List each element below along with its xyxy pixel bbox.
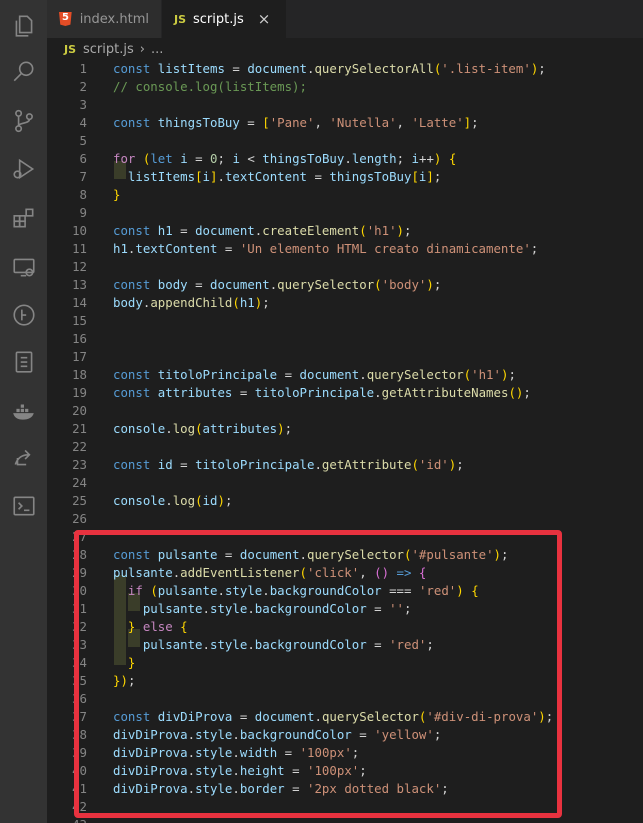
line-number: 15 [72,313,87,328]
line-number: 27 [72,529,87,544]
line-number: 6 [79,151,87,166]
run-debug-icon[interactable] [0,149,47,189]
line-number: 3 [79,97,87,112]
line-number: 19 [72,385,87,400]
code-text[interactable]: const listItems = document.querySelector… [113,60,546,78]
code-text[interactable]: } else { [113,618,188,636]
code-text[interactable]: divDiProva.style.backgroundColor = 'yell… [113,726,441,744]
line-number: 12 [72,259,87,274]
line-number: 33 [72,637,87,652]
code-text[interactable]: pulsante.addEventListener('click', () =>… [113,564,426,582]
source-control-icon[interactable] [0,101,47,141]
breadcrumb-file[interactable]: script.js [83,42,134,57]
code-text[interactable]: const attributes = titoloPrincipale.getA… [113,384,531,402]
tab-script-js[interactable]: JS script.js × [162,0,287,38]
line-number: 4 [79,115,87,130]
line-number: 1 [79,61,87,76]
explorer-icon[interactable] [0,6,47,46]
line-number: 34 [72,655,87,670]
line-number: 26 [72,511,87,526]
line-number: 22 [72,439,87,454]
code-text[interactable]: pulsante.style.backgroundColor = ''; [113,600,412,618]
code-text[interactable]: } [113,654,135,672]
line-number: 18 [72,367,87,382]
close-icon[interactable]: × [258,10,271,28]
code-text[interactable]: } [113,186,120,204]
extensions-icon[interactable] [0,198,47,238]
line-number: 10 [72,223,87,238]
breadcrumb: JS script.js › ... [47,38,643,60]
code-text[interactable]: const titoloPrincipale = document.queryS… [113,366,516,384]
line-number: 17 [72,349,87,364]
terminal-icon[interactable] [0,486,47,526]
code-text[interactable]: }); [113,672,135,690]
code-text[interactable]: divDiProva.style.height = '100px'; [113,762,367,780]
code-text[interactable]: const thingsToBuy = ['Pane', 'Nutella', … [113,114,479,132]
tab-index-html[interactable]: index.html [47,0,162,38]
line-number: 31 [72,601,87,616]
html5-icon [59,12,72,26]
line-number: 13 [72,277,87,292]
timeline-icon[interactable] [0,295,47,335]
line-number: 28 [72,547,87,562]
code-text[interactable]: divDiProva.style.width = '100px'; [113,744,359,762]
line-number: 24 [72,475,87,490]
tab-label: index.html [79,11,149,27]
remote-explorer-icon[interactable] [0,247,47,287]
code-editor[interactable]: 1 const listItems = document.querySelecto… [47,60,643,823]
line-number: 42 [72,799,87,814]
code-text[interactable]: for (let i = 0; i < thingsToBuy.length; … [113,150,456,168]
js-icon: JS [64,42,77,56]
code-text[interactable]: if (pulsante.style.backgroundColor === '… [113,582,479,600]
breadcrumb-rest[interactable]: ... [151,42,163,57]
line-number: 30 [72,583,87,598]
line-number: 25 [72,493,87,508]
line-number: 14 [72,295,87,310]
line-number: 41 [72,781,87,796]
js-icon: JS [174,12,187,26]
editor-tab-bar: index.html JS script.js × [47,0,643,38]
code-text[interactable]: const pulsante = document.querySelector(… [113,546,508,564]
line-number: 2 [79,79,87,94]
code-text[interactable]: const id = titoloPrincipale.getAttribute… [113,456,464,474]
line-number: 38 [72,727,87,742]
tab-label: script.js [193,11,244,27]
code-text[interactable]: divDiProva.style.border = '2px dotted bl… [113,780,449,798]
line-number: 35 [72,673,87,688]
notebook-icon[interactable] [0,342,47,382]
line-number: 11 [72,241,87,256]
code-text[interactable]: h1.textContent = 'Un elemento HTML creat… [113,240,538,258]
docker-icon[interactable] [0,391,47,431]
line-number: 7 [79,169,87,184]
code-text[interactable]: const divDiProva = document.querySelecto… [113,708,553,726]
line-number: 16 [72,331,87,346]
code-text[interactable]: pulsante.style.backgroundColor = 'red'; [113,636,434,654]
line-number: 40 [72,763,87,778]
code-text[interactable]: // console.log(listItems); [113,78,307,96]
line-number: 20 [72,403,87,418]
line-number: 29 [72,565,87,580]
code-text[interactable]: console.log(id); [113,492,232,510]
code-text[interactable]: body.appendChild(h1); [113,294,270,312]
line-number: 43 [47,816,87,823]
line-number: 8 [79,187,87,202]
line-number: 32 [72,619,87,634]
live-share-icon[interactable] [0,438,47,478]
code-text[interactable]: listItems[i].textContent = thingsToBuy[i… [113,168,441,186]
code-text[interactable]: const h1 = document.createElement('h1'); [113,222,411,240]
activity-bar [0,0,47,823]
line-number: 5 [79,133,87,148]
search-icon[interactable] [0,52,47,92]
chevron-right-icon: › [139,41,145,57]
code-text[interactable]: const body = document.querySelector('bod… [113,276,441,294]
line-number: 36 [72,691,87,706]
line-number: 21 [72,421,87,436]
line-number: 39 [72,745,87,760]
line-number: 23 [72,457,87,472]
code-text[interactable]: console.log(attributes); [113,420,292,438]
line-number: 37 [72,709,87,724]
line-number: 9 [79,205,87,220]
